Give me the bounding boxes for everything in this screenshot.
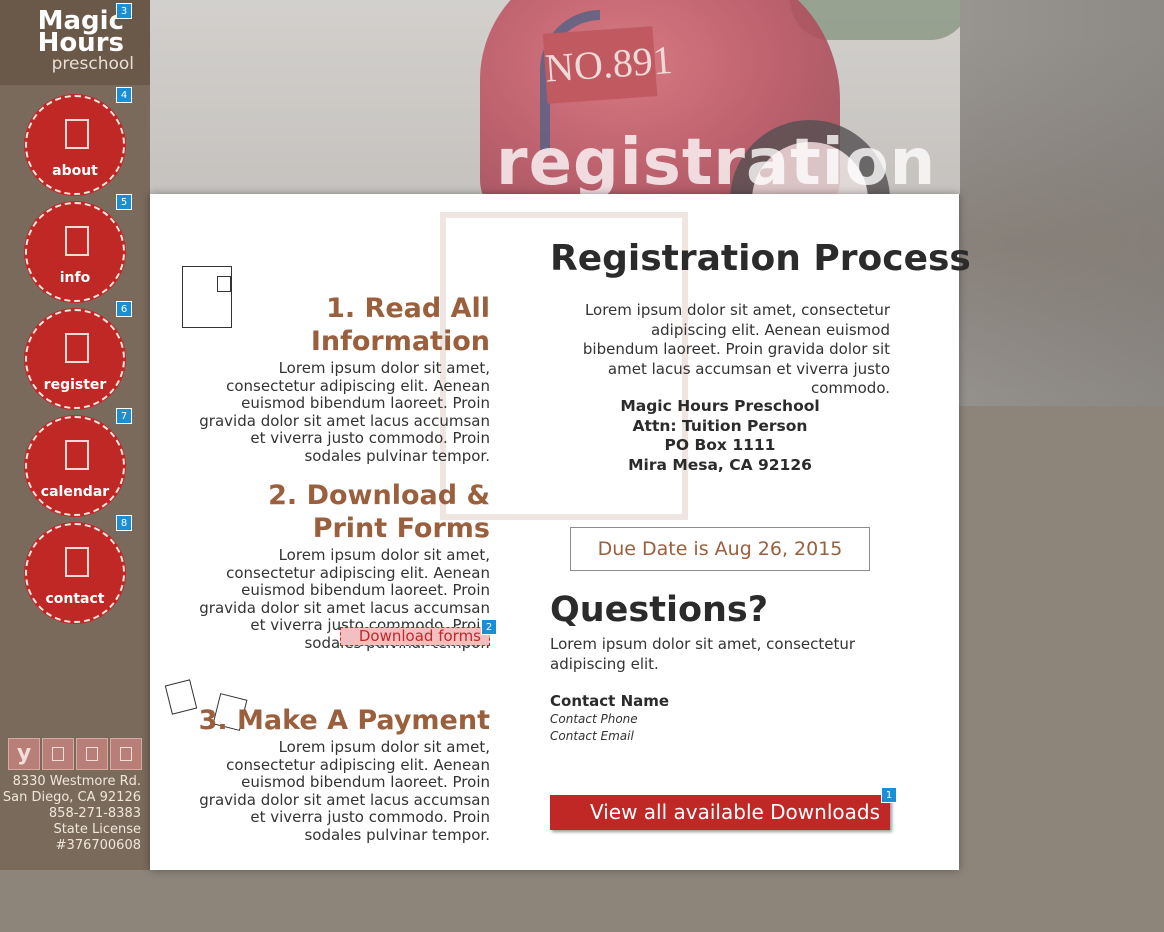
facebook-icon[interactable] xyxy=(42,738,74,770)
hint-badge: 6 xyxy=(116,301,132,317)
questions-title: Questions? xyxy=(550,590,769,630)
step-body: Lorem ipsum dolor sit amet, consectetur … xyxy=(199,738,490,844)
nav-label: calendar xyxy=(40,484,110,500)
hint-badge: 1 xyxy=(881,787,897,803)
main-content: 1. Read All Information Lorem ipsum dolo… xyxy=(150,194,971,870)
address-street: 8330 Westmore Rd. xyxy=(12,774,141,789)
step-body: Lorem ipsum dolor sit amet, consectetur … xyxy=(199,359,490,465)
info-icon xyxy=(65,119,89,149)
nav-label: info xyxy=(59,270,91,286)
yelp-icon[interactable]: y xyxy=(8,738,40,770)
address-city: San Diego, CA 92126 xyxy=(2,790,141,805)
hint-badge: 2 xyxy=(481,619,497,635)
pinterest-icon[interactable] xyxy=(110,738,142,770)
image-icon xyxy=(217,276,231,292)
contact-phone[interactable]: Contact Phone xyxy=(550,712,638,726)
hint-badge: 7 xyxy=(116,408,132,424)
view-downloads-button[interactable]: View all available Downloads xyxy=(550,795,890,830)
step-title: 1. Read All Information xyxy=(310,293,490,357)
book-icon xyxy=(65,226,89,256)
mail-box: PO Box 1111 xyxy=(664,436,776,454)
mail-attn: Attn: Tuition Person xyxy=(632,416,808,435)
step-title: 2. Download & Print Forms xyxy=(268,480,490,544)
address-phone: 858-271-8383 xyxy=(48,806,141,821)
nav-register-button[interactable]: register xyxy=(25,309,125,409)
nav-contact-button[interactable]: contact xyxy=(25,523,125,623)
nav-calendar-button[interactable]: calendar xyxy=(25,416,125,516)
facebook-glyph xyxy=(52,747,64,761)
hero-banner: NO.891 registration xyxy=(150,0,960,194)
nav-label: contact xyxy=(45,591,105,607)
school-address: 8330 Westmore Rd. San Diego, CA 92126 85… xyxy=(0,774,141,854)
due-date-box: Due Date is Aug 26, 2015 xyxy=(570,527,870,571)
twitter-glyph xyxy=(86,747,98,761)
address-license-number: #376700608 xyxy=(55,838,141,853)
hint-badge: 4 xyxy=(116,87,132,103)
step-1: 1. Read All Information Lorem ipsum dolo… xyxy=(190,292,490,465)
page-title: registration xyxy=(496,126,937,194)
hint-badge: 5 xyxy=(116,194,132,210)
process-intro: Lorem ipsum dolor sit amet, consectetur … xyxy=(582,301,890,397)
calendar-icon xyxy=(65,440,89,470)
nav-label: about xyxy=(52,163,98,179)
envelope-icon xyxy=(65,547,89,577)
contact-email[interactable]: Contact Email xyxy=(550,729,634,743)
twitter-icon[interactable] xyxy=(76,738,108,770)
sidebar: Magic Hours preschool 3 about 4 info 5 r… xyxy=(0,0,150,870)
pencil-icon xyxy=(65,333,89,363)
questions-text: Lorem ipsum dolor sit amet, consectetur … xyxy=(550,635,856,673)
pinterest-glyph xyxy=(120,747,132,761)
nav-label: register xyxy=(43,377,107,393)
contact-name: Contact Name xyxy=(550,692,670,710)
mail-name: Magic Hours Preschool xyxy=(620,397,820,415)
nav-about-button[interactable]: about xyxy=(25,95,125,195)
nav-info-button[interactable]: info xyxy=(25,202,125,302)
step-3: 3. Make A Payment Lorem ipsum dolor sit … xyxy=(190,704,490,844)
download-forms-link[interactable]: Download forms xyxy=(340,627,490,646)
logo-line-2: Hours xyxy=(37,28,124,58)
address-license-label: State License xyxy=(53,822,141,837)
step-title: 3. Make A Payment xyxy=(198,705,490,736)
yelp-letter: y xyxy=(16,741,32,766)
mail-city: Mira Mesa, CA 92126 xyxy=(628,455,812,474)
section-title: Registration Process xyxy=(550,238,971,279)
mailing-address: Magic Hours Preschool Attn: Tuition Pers… xyxy=(570,397,870,475)
hint-badge: 8 xyxy=(116,515,132,531)
logo-line-3: preschool xyxy=(51,54,134,74)
hint-badge: 3 xyxy=(116,3,132,19)
